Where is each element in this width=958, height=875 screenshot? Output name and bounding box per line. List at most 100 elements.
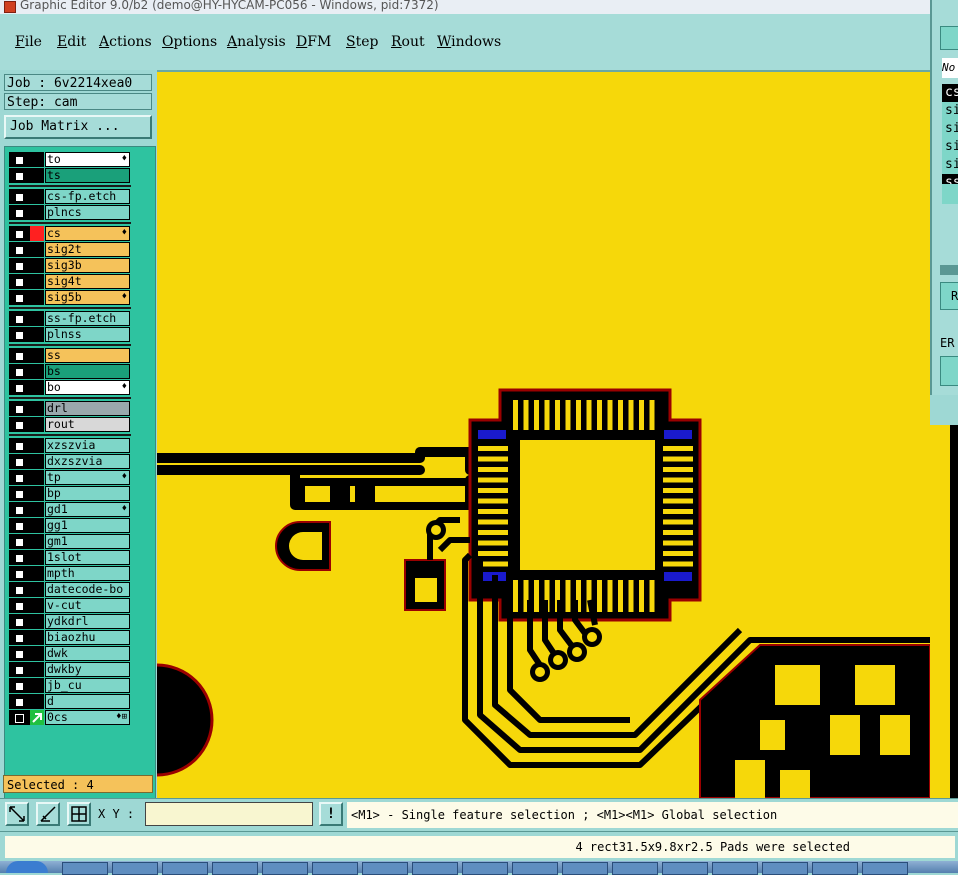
menu-analysis[interactable]: Analysis xyxy=(227,34,286,50)
taskbar-item[interactable] xyxy=(62,862,108,875)
taskbar-item[interactable] xyxy=(462,862,508,875)
taskbar-item[interactable] xyxy=(212,862,258,875)
layer-row-gd1[interactable]: gd1 ♦ xyxy=(9,502,130,517)
ic-pad[interactable] xyxy=(478,446,508,451)
layer-color-swatch[interactable] xyxy=(30,582,44,597)
layer-color-swatch[interactable] xyxy=(30,470,44,485)
ic-pad[interactable] xyxy=(663,561,693,567)
layer-row-ydkdrl[interactable]: ydkdrl xyxy=(9,614,130,629)
taskbar-item[interactable] xyxy=(712,862,758,875)
ic-pad[interactable] xyxy=(639,580,644,612)
layer-color-swatch[interactable] xyxy=(30,205,44,220)
xy-input[interactable] xyxy=(145,802,313,826)
layer-row-sig3b[interactable]: sig3b xyxy=(9,258,130,273)
layer-name[interactable]: plnss xyxy=(45,327,130,342)
layer-name[interactable]: biaozhu xyxy=(45,630,130,645)
ic-pad[interactable] xyxy=(586,400,592,430)
layer-color-swatch[interactable] xyxy=(30,502,44,517)
start-button[interactable] xyxy=(6,861,48,873)
taskbar-item[interactable] xyxy=(762,862,808,875)
ic-pad[interactable] xyxy=(663,498,693,504)
layer-color-swatch[interactable] xyxy=(30,327,44,342)
layer-checkbox[interactable] xyxy=(9,502,30,517)
layer-name[interactable]: dxzszvia xyxy=(45,454,130,469)
ic-pad[interactable] xyxy=(663,446,693,451)
layer-checkbox[interactable] xyxy=(9,486,30,501)
ic-pad[interactable] xyxy=(639,400,644,430)
right-panel-bottom-button[interactable] xyxy=(940,356,958,386)
layer-checkbox[interactable] xyxy=(9,327,30,342)
ic-pad[interactable] xyxy=(649,400,655,430)
ic-pad[interactable] xyxy=(663,488,693,493)
grid-snap-icon[interactable] xyxy=(67,802,91,826)
ic-pad[interactable] xyxy=(663,467,693,472)
ic-pad[interactable] xyxy=(618,580,623,612)
taskbar-item[interactable] xyxy=(812,862,858,875)
layer-name[interactable]: mpth xyxy=(45,566,130,581)
layer-color-swatch[interactable] xyxy=(30,646,44,661)
ic-pad[interactable] xyxy=(663,509,693,514)
menu-file[interactable]: File xyxy=(15,34,42,50)
taskbar-item[interactable] xyxy=(362,862,408,875)
layer-row-ts[interactable]: ts xyxy=(9,168,130,183)
layer-checkbox[interactable] xyxy=(9,630,30,645)
layer-color-swatch[interactable] xyxy=(30,662,44,677)
ic-pad[interactable] xyxy=(663,477,693,483)
ic-pad[interactable] xyxy=(663,551,693,556)
right-panel-list-item[interactable]: si xyxy=(942,102,958,120)
taskbar-item[interactable] xyxy=(262,862,308,875)
layer-row-xzszvia[interactable]: xzszvia xyxy=(9,438,130,453)
ic-pad[interactable] xyxy=(565,400,571,430)
layer-checkbox[interactable] xyxy=(9,380,30,395)
taskbar-item[interactable] xyxy=(312,862,358,875)
layer-color-swatch[interactable] xyxy=(30,598,44,613)
layer-name[interactable]: plncs xyxy=(45,205,130,220)
taskbar-item[interactable] xyxy=(562,862,608,875)
right-panel-r-button[interactable]: R xyxy=(940,282,958,310)
layer-color-swatch[interactable] xyxy=(30,630,44,645)
layer-row-cs-fp.etch[interactable]: cs-fp.etch xyxy=(9,189,130,204)
layer-row-ss-fp.etch[interactable]: ss-fp.etch xyxy=(9,311,130,326)
ic-pad[interactable] xyxy=(513,580,518,612)
ic-pad[interactable] xyxy=(523,400,529,430)
zoom-fit-icon[interactable] xyxy=(5,802,29,826)
layer-row-1slot[interactable]: 1slot xyxy=(9,550,130,565)
ic-pad[interactable] xyxy=(544,400,550,430)
measure-icon[interactable] xyxy=(36,802,60,826)
ic-pad[interactable] xyxy=(628,400,634,430)
layer-row-dxzszvia[interactable]: dxzszvia xyxy=(9,454,130,469)
ic-pad[interactable] xyxy=(478,519,508,525)
layer-color-swatch[interactable] xyxy=(30,454,44,469)
taskbar-item[interactable] xyxy=(662,862,708,875)
scroll-left-icon[interactable] xyxy=(940,265,958,275)
menu-dfm[interactable]: DFM xyxy=(296,34,331,50)
layer-row-jb_cu[interactable]: jb_cu xyxy=(9,678,130,693)
layer-checkbox[interactable] xyxy=(9,566,30,581)
layer-row-cs[interactable]: cs ♦ xyxy=(9,226,130,241)
layer-row-v-cut[interactable]: v-cut xyxy=(9,598,130,613)
menu-options[interactable]: Options xyxy=(162,34,217,50)
layer-name[interactable]: ydkdrl xyxy=(45,614,130,629)
layer-name[interactable]: gg1 xyxy=(45,518,130,533)
ic-pad[interactable] xyxy=(478,456,508,462)
layer-checkbox[interactable] xyxy=(9,534,30,549)
layer-name[interactable]: to ♦ xyxy=(45,152,130,167)
layer-name[interactable]: d xyxy=(45,694,130,709)
menu-edit[interactable]: Edit xyxy=(57,34,86,50)
menu-rout[interactable]: Rout xyxy=(391,34,425,50)
layer-checkbox[interactable] xyxy=(9,189,30,204)
layer-checkbox[interactable] xyxy=(9,168,30,183)
layer-name[interactable]: ss xyxy=(45,348,130,363)
right-panel-list-item[interactable]: cs xyxy=(942,84,958,102)
ic-pad[interactable] xyxy=(478,551,508,556)
layer-checkbox[interactable] xyxy=(9,274,30,289)
layer-color-swatch[interactable] xyxy=(30,311,44,326)
layer-color-swatch[interactable] xyxy=(30,550,44,565)
menu-step[interactable]: Step xyxy=(346,34,378,50)
layer-row-sig5b[interactable]: sig5b ♦ xyxy=(9,290,130,305)
ic-pad[interactable] xyxy=(607,580,613,612)
layer-name[interactable]: ss-fp.etch xyxy=(45,311,130,326)
layer-checkbox[interactable] xyxy=(9,401,30,416)
layer-checkbox[interactable] xyxy=(9,662,30,677)
layer-row-mpth[interactable]: mpth xyxy=(9,566,130,581)
